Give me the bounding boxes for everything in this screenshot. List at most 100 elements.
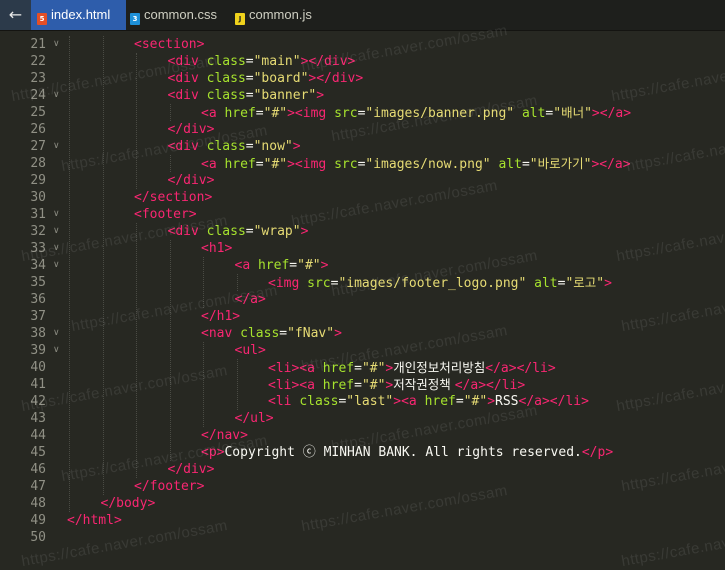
code-token: class (206, 54, 246, 69)
code-token: src (334, 157, 358, 172)
code-line[interactable]: </div> (168, 121, 215, 138)
line-number: 49 (30, 513, 46, 528)
tab-common-css[interactable]: 3 common.css (130, 0, 230, 30)
fold-chevron-icon[interactable]: ∨ (53, 240, 61, 257)
code-token: ><img (287, 106, 335, 121)
code-token: = (245, 71, 254, 86)
tab-label: common.js (249, 7, 312, 22)
code-area[interactable]: <section> <div class="main"></div> <div cl… (67, 30, 725, 545)
tab-bar: ← 5 index.html 3 common.css Jcommon.js (0, 0, 725, 31)
code-line[interactable]: <section> (134, 36, 204, 53)
line-number: 26 (30, 122, 46, 137)
code-token: = (255, 157, 264, 172)
code-line[interactable]: </a> (235, 291, 266, 308)
code-token: ></a> (591, 106, 632, 121)
code-token: "board" (253, 71, 309, 86)
line-number: 23 (30, 71, 46, 86)
code-line[interactable]: </section> (134, 189, 212, 206)
fold-chevron-icon[interactable]: ∨ (53, 342, 61, 359)
code-line[interactable]: <a href="#"><img src="images/now.png" al… (201, 155, 631, 172)
fold-chevron-icon[interactable]: ∨ (53, 36, 61, 53)
back-arrow-icon[interactable]: ← (0, 0, 31, 30)
code-token: "images/now.png" (365, 157, 491, 172)
code-line[interactable]: <a href="#"><img src="images/banner.png"… (201, 104, 631, 121)
code-line[interactable]: <div class="main"></div> (168, 53, 356, 70)
code-token: <li><a (268, 361, 323, 376)
code-token: "main" (253, 54, 301, 69)
code-token: <div (167, 54, 207, 69)
line-number: 43 (30, 411, 46, 426)
fold-chevron-icon[interactable]: ∨ (53, 325, 61, 342)
code-line[interactable]: <h1> (201, 240, 232, 257)
code-token: > (604, 276, 612, 291)
tab-index-html[interactable]: 5 index.html (31, 0, 126, 30)
code-line[interactable]: <ul> (235, 342, 266, 359)
indent-guide (169, 240, 171, 461)
code-line[interactable]: <div class="banner"> (168, 87, 325, 104)
code-token: href (224, 157, 256, 172)
code-line[interactable]: </div> (168, 461, 215, 478)
fold-chevron-icon[interactable]: ∨ (53, 206, 61, 223)
code-token: = (245, 88, 254, 103)
code-line[interactable]: <p>Copyright ⓒ MINHAN BANK. All rights r… (201, 444, 613, 461)
code-line[interactable]: </div> (168, 172, 215, 189)
tab-common-js[interactable]: Jcommon.js (235, 0, 325, 30)
fold-chevron-icon[interactable]: ∨ (53, 87, 61, 104)
code-token: <div (167, 139, 207, 154)
fold-chevron-icon[interactable]: ∨ (53, 223, 61, 240)
line-number: 32 (30, 224, 46, 239)
code-line[interactable]: <img src="images/footer_logo.png" alt="로… (268, 274, 612, 291)
code-token: <nav (201, 326, 241, 341)
code-token: <li (268, 394, 300, 409)
code-token: </div> (167, 462, 215, 477)
code-token: ></div> (300, 54, 356, 69)
js-file-icon: J (235, 13, 245, 25)
code-token: href (424, 394, 456, 409)
code-token: > (300, 224, 309, 239)
code-token: "now" (253, 139, 293, 154)
code-token: </html> (67, 513, 122, 528)
code-token: alt (534, 276, 558, 291)
code-token: "wrap" (253, 224, 301, 239)
code-token: </div> (167, 122, 215, 137)
line-number: 50 (30, 530, 46, 545)
code-line[interactable]: <div class="now"> (168, 138, 301, 155)
code-line[interactable]: <div class="wrap"> (168, 223, 309, 240)
code-token: </a></li> (518, 394, 589, 409)
code-line[interactable]: </h1> (201, 308, 240, 325)
code-line[interactable]: <li><a href="#">저작권정책 </a></li> (268, 376, 525, 393)
code-token: ><img (287, 157, 335, 172)
code-line[interactable]: </body> (101, 495, 156, 512)
code-token: 개인정보처리방침 (393, 360, 486, 375)
code-token: "#" (361, 378, 386, 393)
code-token: <a (201, 106, 225, 121)
code-line[interactable]: <li><a href="#">개인정보처리방침</a></li> (268, 359, 556, 376)
code-token: = (245, 224, 254, 239)
code-line[interactable]: </footer> (134, 478, 204, 495)
code-token: 저작권정책 (393, 377, 455, 392)
code-token: ></div> (308, 71, 364, 86)
code-line[interactable]: </ul> (235, 410, 274, 427)
code-token: "#" (463, 394, 488, 409)
indent-guide (136, 223, 137, 478)
indent-guide (69, 36, 70, 512)
fold-chevron-icon[interactable]: ∨ (53, 138, 61, 155)
code-token: </div> (167, 173, 215, 188)
code-line[interactable]: </html> (67, 512, 122, 529)
code-line[interactable]: <div class="board"></div> (168, 70, 364, 87)
indent-guide (203, 342, 204, 427)
code-token: <div (167, 224, 207, 239)
code-line[interactable]: <li class="last"><a href="#">RSS</a></li… (268, 393, 589, 410)
code-token: ></a> (591, 157, 631, 172)
line-number: 35 (30, 275, 46, 290)
code-line[interactable]: <a href="#"> (235, 257, 329, 274)
code-line[interactable]: <nav class="fNav"> (201, 325, 342, 342)
fold-chevron-icon[interactable]: ∨ (53, 257, 61, 274)
code-token: <div (167, 88, 207, 103)
line-number: 31 (30, 207, 46, 222)
code-line[interactable]: </nav> (201, 427, 248, 444)
code-line[interactable]: <footer> (134, 206, 197, 223)
code-token: class (240, 326, 280, 341)
code-editor[interactable]: 21 ∨ 22 23 24 ∨ 25 26 27 ∨ 28 29 30 31 ∨ 32 ∨ 33 ∨ 34 ∨ 35 36 3… (0, 22, 725, 570)
